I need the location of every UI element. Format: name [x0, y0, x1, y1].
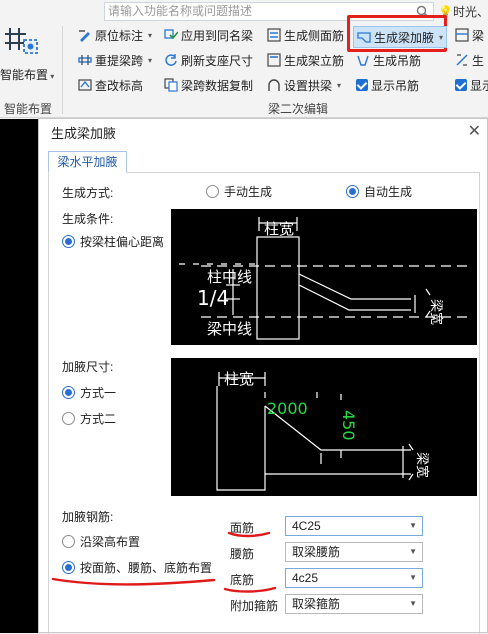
span-icon: [78, 55, 92, 65]
check-elevation-button[interactable]: 查改标高: [78, 76, 143, 94]
along-beam-height-radio[interactable]: 沿梁高布置: [62, 533, 140, 550]
checkbox-checked-icon: [455, 79, 467, 91]
close-icon[interactable]: ✕: [468, 121, 481, 141]
waist-rebar-select[interactable]: 取梁腰筋 ▼: [285, 542, 423, 562]
diagram2-depth: 450: [339, 410, 358, 441]
diagram1-col-center: 柱中线: [207, 268, 252, 286]
by-top-waist-bottom-radio[interactable]: 按面筋、腰筋、底筋布置: [62, 559, 212, 576]
side-rebar-icon: [267, 28, 281, 42]
apply-icon: [164, 29, 178, 40]
annotate-icon: [79, 30, 90, 42]
radio-unchecked-icon: [62, 412, 75, 425]
eccentric-haunch-diagram: 柱宽 柱中线 1/4 梁中线 梁宽: [171, 209, 477, 345]
drawing-canvas[interactable]: [0, 119, 38, 633]
generate-hanger-rebar-button[interactable]: 生成吊筋: [356, 51, 421, 69]
ribbon: 请输入功能名称或问题描述 💡时光、背 智能布置 ▾ 智能布置 原位标注▾ 重提梁…: [0, 0, 488, 118]
arch-icon: [268, 79, 280, 91]
tab-beam-horizontal-haunch[interactable]: 梁水平加腋: [48, 151, 127, 173]
size-method2-radio[interactable]: 方式二: [62, 410, 116, 427]
beam-column-eccentric-radio[interactable]: 按梁柱偏心距离: [62, 233, 164, 250]
chevron-down-icon: ▼: [409, 521, 417, 530]
diagram1-beam-center: 梁中线: [207, 320, 252, 338]
search-placeholder: 请输入功能名称或问题描述: [108, 4, 253, 18]
set-arch-beam-button[interactable]: 设置拱梁 ▾: [267, 76, 341, 94]
generate-beam-haunch-button[interactable]: 生成梁加腋 ▾: [353, 26, 448, 48]
diagram1-col-width: 柱宽: [264, 220, 294, 238]
waist-rebar-label: 腰筋: [230, 547, 255, 561]
bottom-rebar-select[interactable]: 4c25 ▼: [285, 568, 423, 588]
haunch-rebar-label: 加腋钢筋:: [62, 510, 114, 524]
radio-unchecked-icon: [62, 535, 75, 548]
radio-checked-icon: [62, 561, 75, 574]
gen-condition-label: 生成条件:: [62, 212, 114, 226]
elevation-icon: [78, 79, 92, 91]
chevron-down-icon: ▼: [409, 547, 417, 556]
group-divider: [62, 26, 63, 114]
gen-method-label: 生成方式:: [62, 186, 114, 200]
group-label-smart: 智能布置: [4, 102, 53, 116]
copy-icon: [164, 78, 178, 92]
refresh-support-size-button[interactable]: 刷新支座尺寸: [164, 51, 253, 69]
diagram2-length: 2000: [267, 399, 308, 418]
generate-erection-rebar-button[interactable]: 生成架立筋: [267, 51, 344, 69]
bottom-rebar-label: 底筋: [230, 573, 255, 587]
generate-beam-haunch-dialog: 生成梁加腋 ✕ 梁水平加腋 生成方式: 手动生成 自动生成 生成条件: 按梁柱偏…: [38, 118, 488, 634]
checkbox-checked-icon: [356, 79, 368, 91]
radio-checked-icon: [62, 235, 75, 248]
radio-unchecked-icon: [206, 185, 219, 198]
diagram1-ratio: 1/4: [197, 286, 229, 310]
radio-checked-icon: [346, 185, 359, 198]
beam-button-cut[interactable]: 梁: [455, 26, 484, 44]
manual-generate-radio[interactable]: 手动生成: [206, 183, 272, 200]
erection-rebar-icon: [267, 53, 281, 67]
in-place-annotation-button[interactable]: 原位标注 ▾: [78, 26, 152, 44]
hanger-icon: [357, 55, 369, 66]
smart-layout-button[interactable]: 智能布置 ▾: [0, 66, 54, 83]
haunch-size-diagram: 柱宽 2000 450 梁宽: [171, 358, 477, 496]
chevron-down-icon: ▼: [409, 599, 417, 608]
re-extract-span-button[interactable]: 重提梁跨 ▾: [78, 51, 152, 69]
diagram2-beam-width: 梁宽: [414, 452, 430, 478]
haunch-size-label: 加腋尺寸:: [62, 360, 114, 374]
refresh-icon: [165, 54, 177, 66]
diagram2-col-width: 柱宽: [224, 370, 254, 388]
auto-generate-radio[interactable]: 自动生成: [346, 183, 412, 200]
size-method1-radio[interactable]: 方式一: [62, 384, 116, 401]
generate-side-rebar-button[interactable]: 生成侧面筋: [267, 26, 344, 44]
copy-span-data-button[interactable]: 梁跨数据复制: [164, 76, 253, 94]
show-hanger-rebar-checkbox[interactable]: 显示吊筋: [356, 76, 419, 94]
extra-stirrup-select[interactable]: 取梁箍筋 ▼: [285, 594, 423, 614]
tab-panel: 生成方式: 手动生成 自动生成 生成条件: 按梁柱偏心距离 柱宽 柱中线 1/4…: [48, 172, 480, 634]
smart-layout-icon[interactable]: [4, 26, 40, 60]
generate-button-cut[interactable]: 生: [455, 51, 484, 69]
radio-checked-icon: [62, 386, 75, 399]
apply-same-name-beam-button[interactable]: 应用到同名梁: [164, 26, 253, 44]
haunch-icon: [357, 32, 371, 43]
beam-icon: [455, 28, 469, 42]
chevron-down-icon: ▼: [409, 573, 417, 582]
diagram1-beam-width: 梁宽: [428, 299, 444, 325]
group-label-beam-edit: 梁二次编辑: [268, 102, 329, 116]
top-rebar-select[interactable]: 4C25 ▼: [285, 516, 423, 536]
generate-icon: [456, 54, 468, 66]
dialog-title: 生成梁加腋: [51, 126, 117, 141]
show-checkbox-cut[interactable]: 显示: [455, 76, 488, 94]
top-rebar-label: 面筋: [230, 521, 255, 535]
extra-stirrup-label: 附加箍筋: [230, 599, 279, 613]
